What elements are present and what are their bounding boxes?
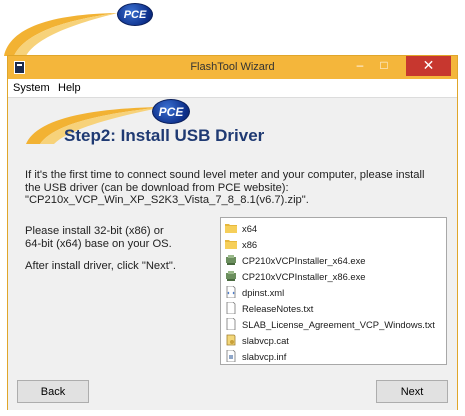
file-name: x64 [242, 222, 258, 234]
file-item-license[interactable]: SLAB_License_Agreement_VCP_Windows.txt [225, 316, 435, 332]
file-item-installer-x64[interactable]: CP210xVCPInstaller_x64.exe [225, 252, 366, 268]
file-item-x64[interactable]: x64 [225, 220, 257, 236]
maximize-button[interactable]: □ [373, 56, 395, 76]
file-name: slabvcp.inf [242, 350, 287, 362]
menu-system[interactable]: System [13, 82, 50, 94]
after-install-note: After install driver, click "Next". [25, 260, 176, 272]
text-file-icon [226, 302, 236, 314]
file-name: x86 [242, 238, 258, 250]
info-line: If it's the first time to connect sound … [25, 169, 425, 181]
file-item-dpinst[interactable]: dpinst.xml [225, 284, 284, 300]
banner-swoosh [4, 13, 118, 56]
menu-help[interactable]: Help [58, 82, 81, 94]
title-bar: FlashTool Wizard – □ ✕ [8, 56, 457, 79]
file-item-release-notes[interactable]: ReleaseNotes.txt [225, 300, 313, 316]
next-button[interactable]: Next [376, 380, 448, 403]
folder-icon [225, 224, 237, 233]
text-file-icon [226, 318, 236, 330]
file-item-slabvcp-cat[interactable]: slabvcp.cat [225, 332, 289, 348]
minimize-button[interactable]: – [349, 56, 371, 76]
install-note: Please install 32-bit (x86) or 64-bit (x… [25, 225, 172, 250]
back-button[interactable]: Back [17, 380, 89, 403]
install-note-line: 64-bit (x64) base on your OS. [25, 237, 172, 250]
step-title: Step2: Install USB Driver [64, 126, 265, 145]
driver-file-list: x64 x86 CP210xVCPInstaller_x64.exe CP210… [220, 217, 447, 365]
file-item-slabvcp-inf[interactable]: slabvcp.inf [225, 348, 286, 364]
file-name: ReleaseNotes.txt [242, 302, 314, 314]
close-button[interactable]: ✕ [406, 56, 451, 76]
wizard-content: PCE Step2: Install USB Driver If it's th… [8, 97, 457, 410]
file-name: SLAB_License_Agreement_VCP_Windows.txt [242, 318, 435, 330]
file-item-x86[interactable]: x86 [225, 236, 257, 252]
instructions-text: If it's the first time to connect sound … [25, 169, 445, 207]
install-note-line: Please install 32-bit (x86) or [25, 225, 164, 237]
pce-logo: PCE [117, 3, 153, 26]
info-line: "CP210x_VCP_Win_XP_S2K3_Vista_7_8_8.1(v6… [25, 194, 309, 206]
inf-file-icon [226, 350, 236, 362]
file-name: dpinst.xml [242, 286, 285, 298]
file-name: slabvcp.cat [242, 334, 289, 346]
header-pce-logo: PCE [152, 99, 190, 124]
file-name: CP210xVCPInstaller_x64.exe [242, 254, 366, 266]
installer-icon [226, 255, 236, 265]
file-item-installer-x86[interactable]: CP210xVCPInstaller_x86.exe [225, 268, 366, 284]
xml-file-icon [226, 286, 236, 298]
folder-icon [225, 240, 237, 249]
info-line: the USB driver (can be download from PCE… [25, 181, 289, 194]
file-name: CP210xVCPInstaller_x86.exe [242, 270, 366, 282]
catalog-file-icon [226, 334, 236, 346]
menu-bar: System Help [8, 79, 457, 97]
flashtool-window: FlashTool Wizard – □ ✕ System Help PCE S… [7, 55, 458, 410]
installer-icon [226, 271, 236, 281]
